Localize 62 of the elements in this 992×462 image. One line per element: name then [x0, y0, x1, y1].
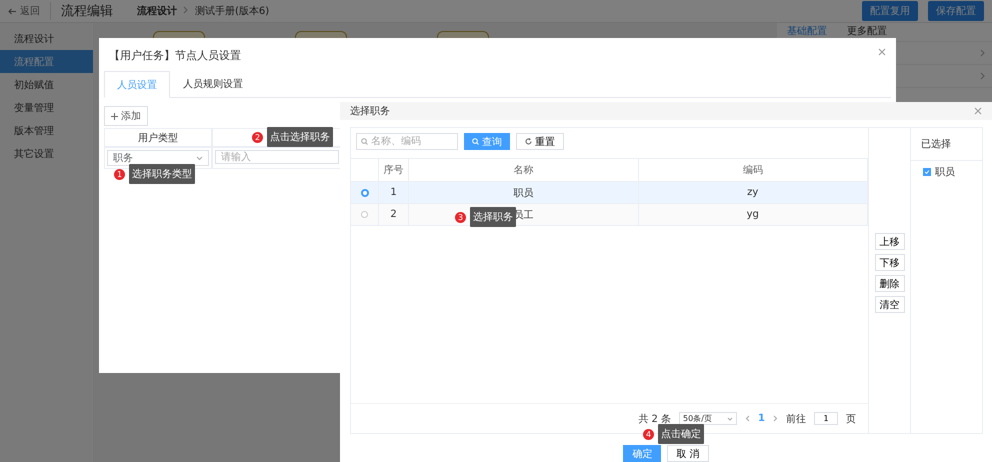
plus-icon: [111, 112, 118, 120]
table-cell: yg: [746, 209, 759, 220]
search-field[interactable]: 名称、编码: [356, 133, 458, 150]
refresh-icon: [525, 138, 532, 145]
header-button[interactable]: 配置复用: [862, 1, 918, 21]
search-button[interactable]: 查询: [464, 133, 510, 150]
dialog-title: 【用户任务】节点人员设置: [109, 48, 241, 63]
chevron-icon: [980, 49, 986, 57]
dialog-title: 选择职务: [350, 104, 390, 118]
page-suffix: 页: [846, 412, 856, 426]
column-header: 用户类型: [104, 128, 212, 147]
panel-tab[interactable]: 更多配置: [847, 24, 887, 39]
close-icon[interactable]: [974, 107, 982, 115]
chevron-icon: [183, 6, 189, 14]
page-number[interactable]: 1: [758, 413, 765, 424]
table-cell: 2: [390, 209, 397, 220]
callout-tooltip: 选择职务: [470, 207, 516, 227]
goto-label: 前往: [786, 412, 806, 426]
previous-page-icon[interactable]: [745, 415, 750, 422]
chevron-icon: [980, 72, 986, 80]
breadcrumb-item: 测试手册(版本6): [195, 4, 270, 18]
back-link[interactable]: 返回: [8, 4, 40, 18]
checkbox[interactable]: [923, 168, 931, 176]
callout-tooltip: 点击确定: [658, 424, 704, 444]
tab[interactable]: 人员设置: [104, 71, 170, 98]
order-button[interactable]: 清空: [874, 296, 904, 313]
callout-tooltip: 选择职务类型: [129, 164, 195, 184]
reset-button[interactable]: 重置: [516, 133, 564, 150]
chevron-down-icon: [196, 156, 203, 160]
confirm-button[interactable]: 确定: [623, 445, 662, 462]
input-field[interactable]: 请输入: [215, 150, 339, 164]
cancel-button[interactable]: 取 消: [667, 445, 709, 462]
selected-item: 职员: [935, 166, 955, 179]
back-arrow-icon[interactable]: [8, 8, 17, 14]
breadcrumb-item[interactable]: 流程设计: [137, 4, 177, 18]
order-button[interactable]: 删除: [874, 275, 904, 292]
sidebar-item[interactable]: 流程配置: [0, 50, 93, 73]
page-title: 流程编辑: [50, 2, 113, 20]
tab[interactable]: 人员规则设置: [170, 71, 256, 97]
callout-tooltip: 点击选择职务: [267, 127, 333, 147]
close-icon[interactable]: [878, 48, 886, 56]
sidebar-item[interactable]: 其它设置: [0, 142, 93, 165]
sidebar-item[interactable]: 版本管理: [0, 119, 93, 142]
sidebar-item[interactable]: 变量管理: [0, 96, 93, 119]
page-input[interactable]: 1: [814, 412, 838, 425]
radio-button[interactable]: [361, 211, 368, 218]
panel-title: 已选择: [911, 128, 982, 161]
table-cell: 1: [390, 187, 397, 198]
search-icon: [472, 138, 479, 145]
header-button[interactable]: 保存配置: [928, 1, 984, 21]
total-count: 共 2 条: [638, 412, 672, 426]
add-button[interactable]: 添加: [104, 106, 148, 126]
order-button[interactable]: 下移: [874, 254, 904, 271]
table-cell: zy: [747, 187, 758, 198]
chevron-down-icon: [727, 416, 734, 420]
search-icon: [361, 138, 368, 145]
order-button[interactable]: 上移: [874, 233, 904, 250]
sidebar-item[interactable]: 初始赋值: [0, 73, 93, 96]
radio-button[interactable]: [360, 188, 368, 196]
next-page-icon[interactable]: [773, 415, 778, 422]
sidebar-item[interactable]: 流程设计: [0, 27, 93, 50]
table-cell-text: 职员: [513, 186, 534, 200]
